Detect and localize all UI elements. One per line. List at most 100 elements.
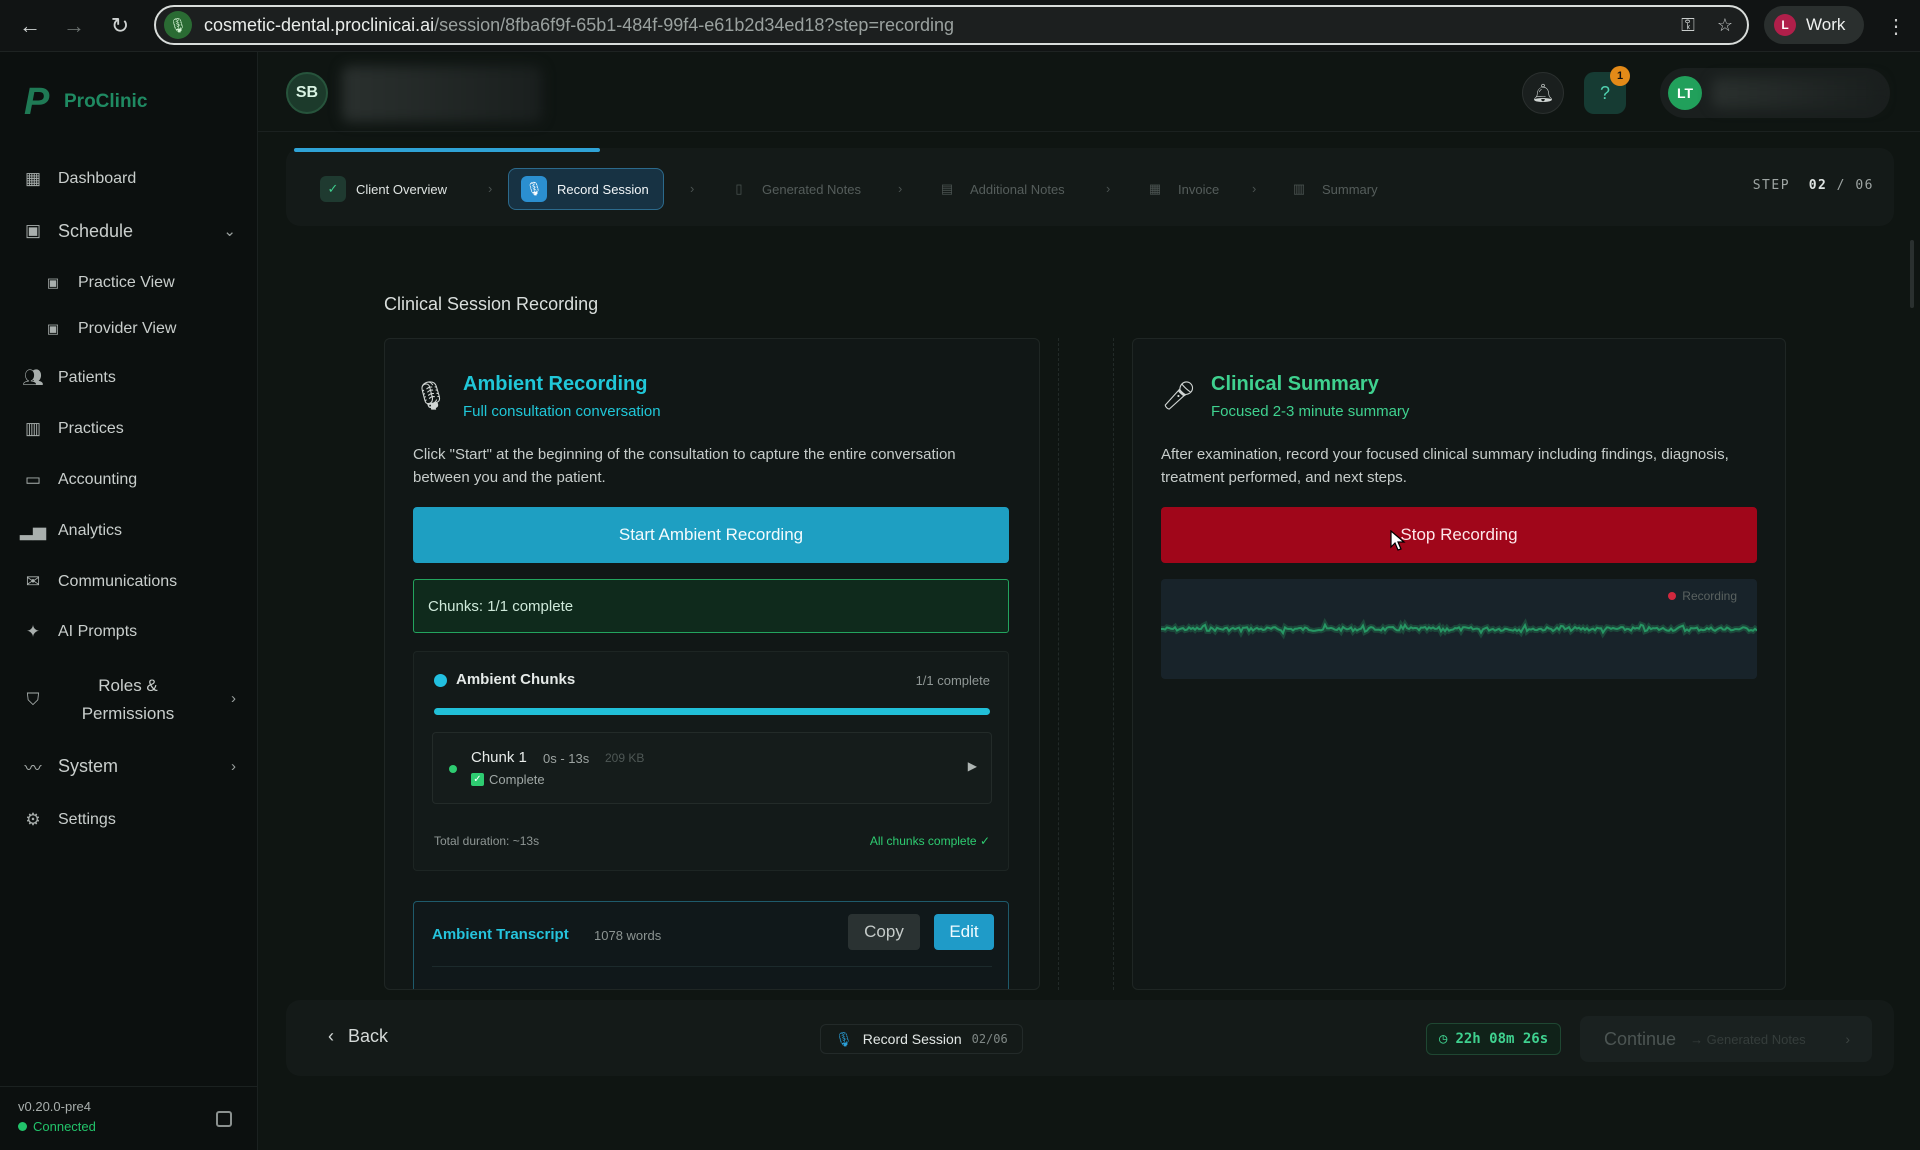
key-icon[interactable]: ⚿ — [1681, 15, 1695, 36]
calendar-icon: ▣ — [46, 321, 60, 336]
sidebar-item-roles-permissions[interactable]: ⛉ Roles & Permissions › — [22, 672, 236, 728]
check-icon: ✓ — [320, 176, 346, 202]
url-text[interactable]: cosmetic-dental.proclinicai.ai/session/8… — [204, 15, 954, 36]
forward-arrow-icon[interactable]: → — [54, 6, 94, 46]
logo-text: ProClinic — [64, 91, 148, 112]
status-dot-icon — [434, 674, 447, 687]
audio-waveform: Recording — [1161, 579, 1757, 679]
stop-recording-button[interactable]: Stop Recording — [1161, 507, 1757, 563]
sidebar-item-ai-prompts[interactable]: ✦ AI Prompts — [22, 621, 137, 643]
transcript-divider — [432, 966, 992, 967]
sidebar-item-practice-view[interactable]: ▣ Practice View — [42, 272, 175, 294]
step-label: Client Overview — [356, 181, 448, 197]
connection-status: Connected — [18, 1119, 96, 1134]
chevron-right-icon: › — [898, 181, 903, 196]
url-path: /session/8fba6f9f-65b1-484f-99f4-e61b2d3… — [434, 14, 954, 35]
logo[interactable]: P ProClinic — [24, 83, 148, 121]
step-label: Invoice — [1178, 181, 1220, 197]
bell-icon[interactable]: 🔔︎ — [1522, 72, 1564, 114]
profile-avatar: L — [1774, 14, 1796, 36]
sidebar-item-provider-view[interactable]: ▣ Provider View — [42, 318, 177, 340]
card-icon: ▭ — [24, 470, 42, 489]
chevron-right-icon: › — [231, 690, 236, 707]
chunks-count: 1/1 complete — [915, 673, 990, 688]
step-counter: STEP 02 / 06 — [1752, 178, 1874, 193]
back-button[interactable]: ‹ Back — [328, 1026, 388, 1047]
address-bar[interactable]: 🎙 cosmetic-dental.proclinicai.ai/session… — [154, 5, 1749, 45]
receipt-icon: ▦ — [1148, 181, 1162, 196]
chevron-right-icon: › — [690, 181, 695, 196]
back-arrow-icon[interactable]: ← — [10, 6, 50, 46]
reload-icon[interactable]: ↻ — [100, 6, 140, 46]
chunk-status: Complete — [489, 772, 545, 787]
sidebar-item-schedule[interactable]: ▣ Schedule ⌄ — [22, 220, 236, 242]
sidebar-item-label: Provider View — [78, 320, 177, 337]
sidebar-item-dashboard[interactable]: ▦ Dashboard — [22, 168, 136, 190]
step-total: 06 — [1855, 178, 1874, 193]
recording-dot-icon — [1668, 592, 1677, 600]
clinical-description: After examination, record your focused c… — [1161, 446, 1729, 486]
summary-icon: ▥ — [1292, 181, 1306, 196]
clipboard-icon: ▤ — [940, 181, 954, 196]
chevron-right-icon: › — [231, 757, 236, 775]
sidebar-item-communications[interactable]: ✉ Communications — [22, 571, 177, 593]
play-icon[interactable]: ▶ — [968, 759, 977, 773]
sidebar-item-label: Patients — [58, 369, 116, 386]
user-avatar: LT — [1668, 76, 1702, 110]
collapse-sidebar-icon[interactable] — [216, 1111, 232, 1127]
sidebar-item-practices[interactable]: ▥ Practices — [22, 418, 124, 440]
transcript-word-count: 1078 words — [594, 928, 662, 943]
browser-toolbar: ← → ↻ 🎙 cosmetic-dental.proclinicai.ai/s… — [0, 0, 1920, 52]
browser-profile-button[interactable]: L Work — [1764, 6, 1864, 44]
sidebar-item-label: Analytics — [58, 522, 123, 539]
current-step-count: 02/06 — [971, 1032, 1008, 1046]
sidebar-item-settings[interactable]: ⚙ Settings — [22, 809, 115, 831]
client-avatar[interactable]: SB — [286, 72, 328, 114]
step-client-overview[interactable]: ✓ Client Overview — [320, 168, 447, 210]
scrollbar-thumb[interactable] — [1910, 240, 1914, 308]
mic-icon: 🎙︎ — [835, 1030, 853, 1047]
total-duration: Total duration: ~13s — [434, 834, 540, 848]
section-title: Clinical Session Recording — [384, 294, 599, 314]
recording-label: Recording — [1682, 589, 1737, 603]
start-ambient-recording-button[interactable]: Start Ambient Recording — [413, 507, 1009, 563]
calendar-icon: ▣ — [24, 221, 42, 240]
connection-status-label: Connected — [33, 1119, 96, 1134]
ambient-description: Click "Start" at the beginning of the co… — [413, 446, 956, 486]
chunk-row[interactable]: Chunk 1 0s - 13s 209 KB ✓ Complete ▶ — [432, 732, 992, 804]
step-record-session[interactable]: 🎙︎ Record Session — [508, 168, 664, 210]
step-summary[interactable]: ▥ Summary — [1286, 168, 1378, 210]
ambient-title: Ambient Recording — [463, 373, 648, 395]
copy-button[interactable]: Copy — [848, 914, 920, 950]
clock-icon: ◷ — [1439, 1031, 1448, 1047]
step-label: Record Session — [557, 181, 649, 197]
step-generated-notes[interactable]: ▯ Generated Notes — [726, 168, 861, 210]
mic-icon: 🎙︎ — [521, 176, 547, 202]
user-menu[interactable]: LT — [1660, 68, 1890, 118]
microphone-icon: 🎙︎ — [413, 380, 449, 411]
sidebar-item-label: Practice View — [78, 274, 175, 291]
mic-indicator-icon[interactable]: 🎙 — [164, 11, 192, 39]
sidebar-item-label: System — [58, 755, 119, 776]
stepper-progress-bar — [294, 148, 600, 152]
chevron-right-icon: › — [1845, 1031, 1850, 1047]
sidebar-item-patients[interactable]: 👥︎ Patients — [22, 367, 116, 389]
sidebar-item-analytics[interactable]: ▂▅ Analytics — [20, 520, 123, 542]
session-timer: ◷ 22h 08m 26s — [1426, 1023, 1562, 1055]
version-label: v0.20.0-pre4 — [18, 1099, 91, 1114]
step-additional-notes[interactable]: ▤ Additional Notes — [934, 168, 1065, 210]
continue-button[interactable]: Continue → Generated Notes › — [1580, 1016, 1872, 1062]
browser-menu-icon[interactable]: ⋮ — [1886, 14, 1906, 39]
sidebar-item-label: Practices — [58, 420, 124, 437]
mail-icon: ✉ — [25, 572, 41, 591]
star-icon[interactable]: ☆ — [1717, 15, 1733, 36]
mouse-cursor-icon — [1390, 530, 1406, 551]
sidebar-item-accounting[interactable]: ▭ Accounting — [22, 469, 137, 491]
all-chunks-complete: All chunks complete ✓ — [869, 834, 990, 848]
step-label: Generated Notes — [762, 181, 862, 197]
step-prefix: STEP — [1752, 178, 1791, 193]
edit-button[interactable]: Edit — [934, 914, 994, 950]
step-invoice[interactable]: ▦ Invoice — [1142, 168, 1219, 210]
status-dot-icon — [449, 765, 457, 773]
sidebar-item-system[interactable]: 〰 System › — [22, 755, 237, 778]
